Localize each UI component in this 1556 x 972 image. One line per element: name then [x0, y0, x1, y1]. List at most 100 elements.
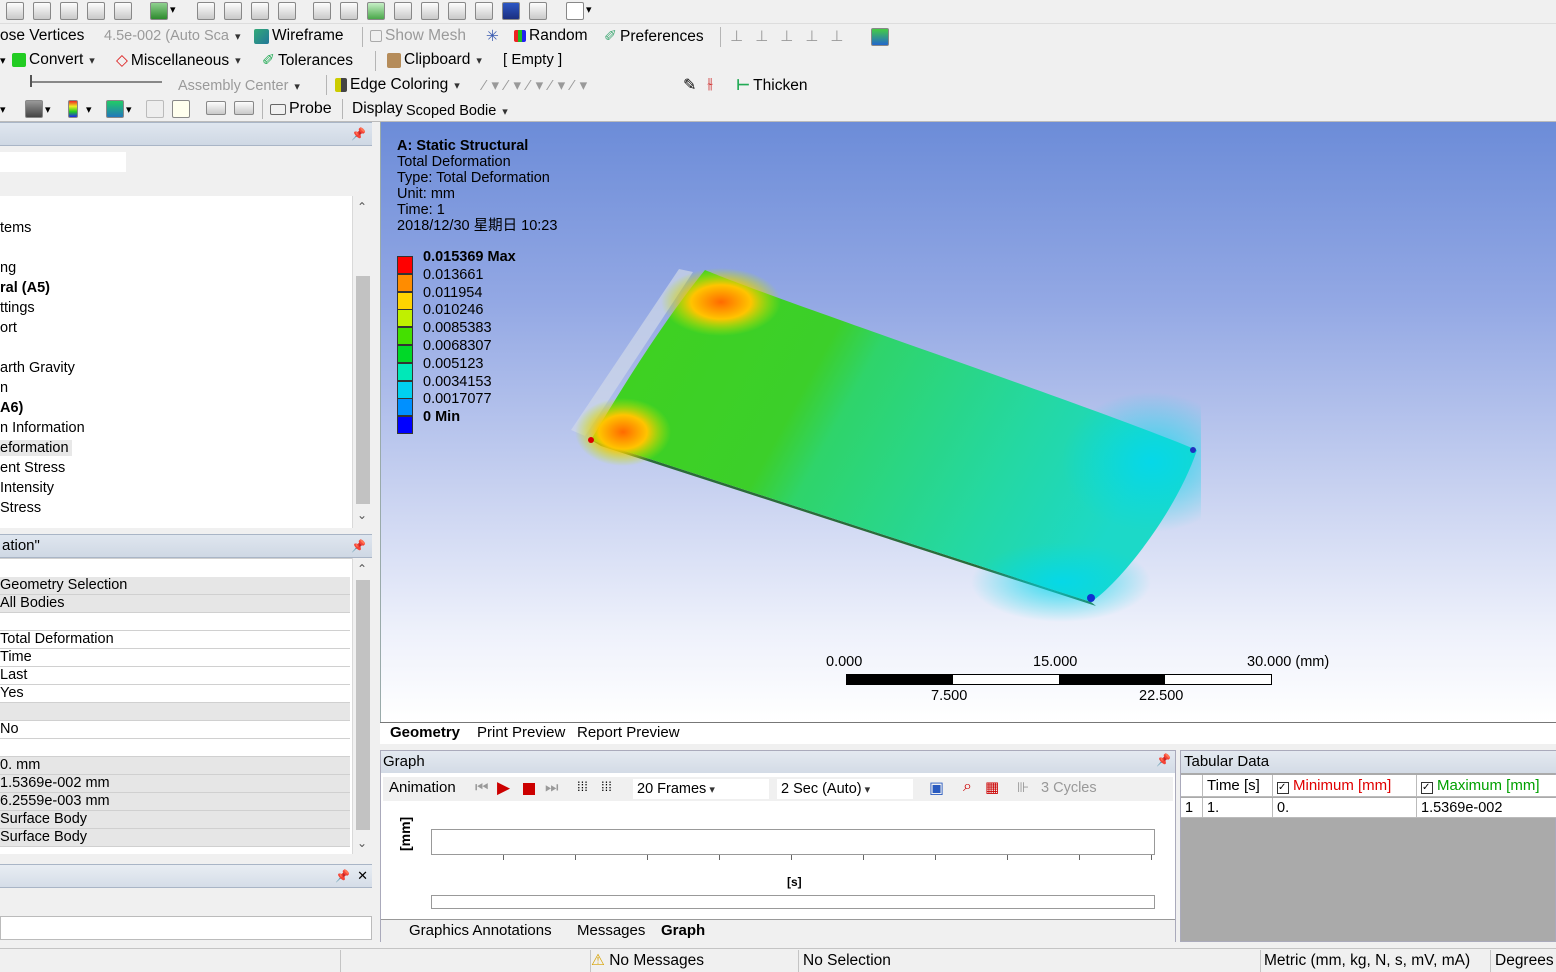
tree-item[interactable]: arth Gravity: [0, 360, 75, 376]
zoom-out-icon[interactable]: [394, 2, 412, 20]
checkbox-icon[interactable]: ✓: [1277, 782, 1289, 794]
zoom-icon[interactable]: [251, 2, 269, 20]
chevron-down-icon[interactable]: ▾: [45, 103, 51, 116]
checkbox-icon[interactable]: ✓: [1421, 782, 1433, 794]
body-select-icon[interactable]: [150, 2, 168, 20]
tree-item[interactable]: A6): [0, 400, 23, 416]
result-sets-icon[interactable]: ⁞⁞⁞: [601, 779, 612, 794]
tree-item[interactable]: tems: [0, 220, 31, 236]
stop-icon[interactable]: [523, 783, 535, 795]
chevron-down-icon[interactable]: ⌄: [357, 508, 367, 522]
legend-label[interactable]: 0.005123: [423, 356, 483, 372]
tree-item[interactable]: Stress: [0, 500, 41, 516]
tree-item[interactable]: eformation: [0, 440, 72, 456]
pin-icon[interactable]: 📌: [351, 535, 366, 557]
graph-timeline-bar[interactable]: [431, 895, 1155, 909]
time-cell[interactable]: 1.: [1203, 798, 1273, 818]
chevron-down-icon[interactable]: ▾: [586, 3, 592, 16]
scrollbar-thumb[interactable]: [356, 276, 370, 504]
random-colors-button[interactable]: ✳: [486, 27, 499, 46]
details-row[interactable]: Time: [0, 649, 350, 667]
chevron-down-icon[interactable]: ▾: [170, 3, 176, 16]
legend-label[interactable]: 0.011954: [423, 285, 482, 301]
third-panel-input[interactable]: [0, 916, 372, 940]
layout-icon[interactable]: [566, 2, 584, 20]
deformed-model[interactable]: [561, 262, 1201, 622]
next-frame-icon[interactable]: ⏭: [545, 779, 559, 796]
duration-dropdown[interactable]: 2 Sec (Auto): [777, 779, 913, 799]
annotation-tools-icon[interactable]: ⊥⊥⊥⊥⊥: [730, 27, 855, 45]
chevron-down-icon[interactable]: ⌄: [357, 836, 367, 850]
details-row[interactable]: Total Deformation: [0, 631, 350, 649]
pin-icon[interactable]: 📌: [1156, 753, 1171, 767]
tree-item[interactable]: ng: [0, 260, 16, 276]
status-units[interactable]: Metric (mm, kg, N, s, mV, mA): [1260, 950, 1488, 972]
min-label-icon[interactable]: [234, 101, 254, 115]
edges-icon[interactable]: [146, 100, 164, 118]
legend-label[interactable]: 0.010246: [423, 302, 483, 318]
new-icon[interactable]: [6, 2, 24, 20]
chevron-up-icon[interactable]: ⌃: [357, 200, 367, 214]
camera-icon[interactable]: [475, 2, 493, 20]
tab-report-preview[interactable]: Report Preview: [577, 724, 680, 741]
zoom-box-icon[interactable]: [313, 2, 331, 20]
wireframe-button[interactable]: Wireframe: [254, 27, 343, 45]
assembly-center-dropdown[interactable]: Assembly Center: [178, 78, 300, 94]
status-messages-pane[interactable]: ⚠ No Messages: [590, 950, 798, 972]
status-messages[interactable]: [340, 950, 590, 972]
status-angle-units[interactable]: Degrees: [1490, 950, 1556, 972]
edge-coloring-dropdown[interactable]: Edge Coloring: [335, 76, 460, 94]
legend-icon[interactable]: [68, 100, 78, 118]
legend-label[interactable]: 0.015369 Max: [423, 249, 516, 265]
convert-dropdown[interactable]: Convert: [12, 51, 95, 69]
export-video-icon[interactable]: ▣: [929, 778, 944, 798]
tab-geometry[interactable]: Geometry: [390, 724, 460, 741]
details-row[interactable]: 6.2559e-003 mm: [0, 793, 350, 811]
frames-dropdown[interactable]: 20 Frames: [633, 779, 769, 799]
details-row[interactable]: All Bodies: [0, 595, 350, 613]
pan-icon[interactable]: [224, 2, 242, 20]
zoom-fit-icon[interactable]: [367, 2, 385, 20]
rotate-icon[interactable]: [197, 2, 215, 20]
chevron-down-icon[interactable]: ▾: [0, 54, 6, 67]
scrollbar-thumb[interactable]: [356, 580, 370, 830]
legend-label[interactable]: 0.0068307: [423, 338, 492, 354]
details-row[interactable]: 0. mm: [0, 757, 350, 775]
tab-graphics-annotations[interactable]: Graphics Annotations: [409, 922, 552, 939]
tab-messages[interactable]: Messages: [577, 922, 645, 939]
previous-frame-icon[interactable]: ⏮: [475, 779, 489, 796]
save-icon[interactable]: [60, 2, 78, 20]
graph-plot-area[interactable]: [431, 829, 1155, 855]
maximum-header[interactable]: ✓ Maximum [mm]: [1417, 775, 1556, 797]
details-row[interactable]: [0, 613, 350, 631]
frames-grid-icon[interactable]: ▦: [985, 778, 999, 796]
thicken-button[interactable]: ⊢ Thicken: [736, 76, 807, 95]
explode-slider-thumb[interactable]: [30, 75, 32, 87]
outline-filter-input[interactable]: [0, 152, 126, 172]
explode-slider[interactable]: [30, 81, 162, 83]
details-row[interactable]: Yes: [0, 685, 350, 703]
details-row[interactable]: [0, 739, 350, 757]
tree-item[interactable]: n: [0, 380, 8, 396]
chevron-up-icon[interactable]: ⌃: [357, 562, 367, 576]
edge-style-icons[interactable]: ⁄▾⁄▾⁄▾⁄▾⁄▾: [483, 76, 593, 94]
zoom-graph-icon[interactable]: ⌕: [963, 778, 972, 796]
details-row[interactable]: Last: [0, 667, 350, 685]
probe-button[interactable]: Probe: [270, 100, 332, 118]
open-icon[interactable]: [33, 2, 51, 20]
clipboard-dropdown[interactable]: Clipboard: [387, 51, 482, 69]
pin-icon[interactable]: 📌: [335, 865, 350, 887]
graphics-viewport[interactable]: A: Static Structural Total Deformation T…: [380, 122, 1556, 722]
play-icon[interactable]: ▶: [497, 778, 510, 798]
chevron-down-icon[interactable]: ▾: [0, 103, 6, 116]
print-icon[interactable]: [529, 2, 547, 20]
save-all-icon[interactable]: [87, 2, 105, 20]
zoom-window-icon[interactable]: [340, 2, 358, 20]
random-button[interactable]: Random: [514, 27, 588, 45]
scoped-bodies-dropdown[interactable]: Scoped Bodie: [406, 103, 508, 119]
thin-edge-icon[interactable]: ✎: [683, 75, 696, 95]
legend-label[interactable]: 0.0034153: [423, 374, 492, 390]
iso-view-icon[interactable]: [421, 2, 439, 20]
details-row[interactable]: 1.5369e-002 mm: [0, 775, 350, 793]
vector-icon[interactable]: [172, 100, 190, 118]
